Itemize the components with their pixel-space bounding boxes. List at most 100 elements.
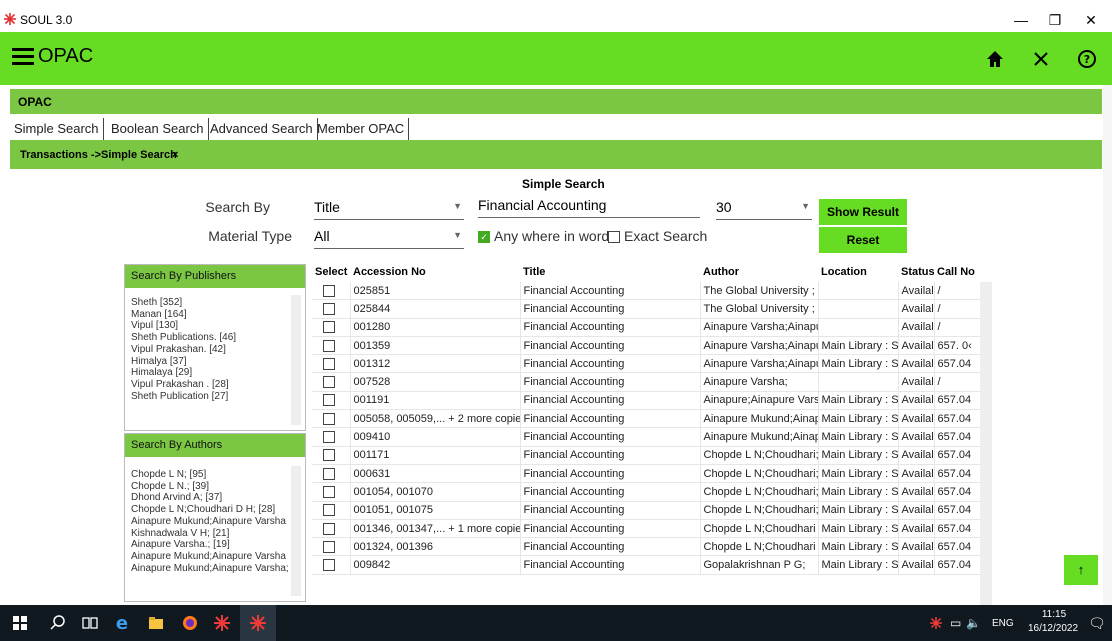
table-row[interactable]: 000631 Financial Accounting Chopde L N;Cho…	[312, 464, 981, 484]
breadcrumb-current[interactable]: Simple Search	[101, 149, 177, 161]
notifications-icon[interactable]: 🗨	[1088, 615, 1106, 632]
table-row[interactable]: 009410 Financial Accounting Ainapure Mukun…	[312, 427, 981, 447]
tab-simple-search[interactable]: Simple Search	[10, 118, 104, 140]
table-row[interactable]: 005058, 005059,... + 2 more copies Financ…	[312, 409, 981, 429]
row-select-checkbox[interactable]	[312, 446, 351, 465]
row-select-checkbox[interactable]	[312, 336, 351, 356]
table-row[interactable]: 001171 Financial Accounting Chopde L N;Cho…	[312, 446, 981, 465]
list-item[interactable]: Chopde L N.; [39]	[131, 481, 289, 493]
row-select-checkbox[interactable]	[312, 318, 351, 337]
row-select-checkbox[interactable]	[312, 282, 351, 301]
table-row[interactable]: 001280 Financial Accounting Ainapure Varsh…	[312, 318, 981, 337]
table-row[interactable]: 025851 Financial Accounting The Global Uni…	[312, 282, 981, 301]
authors-scrollbar[interactable]	[291, 466, 301, 596]
results-scrollbar[interactable]	[980, 282, 992, 605]
search-icon[interactable]	[48, 613, 68, 633]
close-window-button[interactable]: ✕	[1076, 8, 1106, 32]
publishers-scrollbar[interactable]	[291, 295, 301, 425]
table-row[interactable]: 001051, 001075 Financial Accounting Chopde…	[312, 501, 981, 520]
row-select-checkbox[interactable]	[312, 391, 351, 411]
row-select-checkbox[interactable]	[312, 537, 351, 557]
table-row[interactable]: 001324, 001396 Financial Accounting Chopde…	[312, 537, 981, 557]
column-header-author[interactable]: Author	[700, 262, 818, 282]
list-item[interactable]: Dhond Arvind A; [37]	[131, 492, 289, 504]
list-item[interactable]: Himalya [37]	[131, 356, 236, 368]
table-row[interactable]: 007528 Financial Accounting Ainapure Varsh…	[312, 372, 981, 392]
table-row[interactable]: 001346, 001347,... + 1 more copies Financ…	[312, 519, 981, 539]
home-icon[interactable]	[984, 48, 1006, 70]
soul-app-icon[interactable]	[212, 613, 232, 633]
tab-member-opac[interactable]: Member OPAC	[313, 118, 410, 140]
help-icon[interactable]: ?	[1076, 48, 1098, 70]
table-row[interactable]: 001054, 001070 Financial Accounting Chopde…	[312, 482, 981, 502]
exact-search-checkbox[interactable]: Exact Search	[608, 228, 707, 244]
tab-advanced-search[interactable]: Advanced Search	[206, 118, 318, 140]
breadcrumb-prefix[interactable]: Transactions ->	[20, 149, 101, 161]
row-select-checkbox[interactable]	[312, 299, 351, 319]
show-result-button[interactable]: Show Result	[819, 199, 907, 225]
list-item[interactable]: Sheth [352]	[131, 297, 236, 309]
list-item[interactable]: Sheth Publication [27]	[131, 391, 236, 403]
list-item[interactable]: Vipul Prakashan . [28]	[131, 379, 236, 391]
table-row[interactable]: 001359 Financial Accounting Ainapure Varsh…	[312, 336, 981, 356]
column-header-accession[interactable]: Accession No	[350, 262, 520, 282]
row-select-checkbox[interactable]	[312, 519, 351, 539]
table-row[interactable]: 001191 Financial Accounting Ainapure;Ainap…	[312, 391, 981, 411]
row-select-checkbox[interactable]	[312, 464, 351, 484]
table-row[interactable]: 009842 Financial Accounting Gopalakrishnan…	[312, 555, 981, 575]
breadcrumb-close-icon[interactable]: ×	[172, 149, 178, 161]
task-view-icon[interactable]	[80, 613, 100, 633]
list-item[interactable]: Ainapure Varsha.; [19]	[131, 539, 289, 551]
row-select-checkbox[interactable]	[312, 354, 351, 374]
list-item[interactable]: Sheth Publications. [46]	[131, 332, 236, 344]
column-header-select[interactable]: Select	[312, 262, 350, 282]
reset-button[interactable]: Reset	[819, 227, 907, 253]
list-item[interactable]: Ainapure Mukund;Ainapure Varsha	[131, 551, 289, 563]
hamburger-menu-icon[interactable]	[12, 48, 34, 66]
row-select-checkbox[interactable]	[312, 409, 351, 429]
scroll-to-top-button[interactable]: ↑	[1064, 555, 1098, 585]
tab-boolean-search[interactable]: Boolean Search	[107, 118, 209, 140]
list-item[interactable]: Vipul [130]	[131, 320, 236, 332]
column-header-title[interactable]: Title	[520, 262, 700, 282]
row-select-checkbox[interactable]	[312, 501, 351, 520]
active-app-highlight[interactable]	[240, 605, 276, 641]
clock-date[interactable]: 16/12/2022	[1022, 623, 1084, 634]
row-select-checkbox[interactable]	[312, 482, 351, 502]
row-select-checkbox[interactable]	[312, 555, 351, 575]
clock-time[interactable]: 11:15	[1032, 609, 1076, 620]
list-item[interactable]: Ainapure Mukund;Ainapure Varsha	[131, 516, 289, 528]
network-icon[interactable]: ▭	[950, 616, 961, 630]
language-indicator[interactable]: ENG	[992, 618, 1014, 629]
material-type-select[interactable]: All ▼	[314, 228, 464, 249]
table-row[interactable]: 001312 Financial Accounting Ainapure Varsh…	[312, 354, 981, 374]
close-icon[interactable]	[1030, 48, 1052, 70]
volume-icon[interactable]: 🔈	[966, 616, 981, 630]
soul-tray-icon[interactable]	[930, 617, 942, 629]
anywhere-checkbox[interactable]: ✓ Any where in word	[478, 228, 609, 244]
list-item[interactable]: Himalaya [29]	[131, 367, 236, 379]
list-item[interactable]: Vipul Prakashan. [42]	[131, 344, 236, 356]
row-select-checkbox[interactable]	[312, 372, 351, 392]
firefox-icon[interactable]	[180, 613, 200, 633]
column-header-call-no[interactable]: Call No	[934, 262, 980, 282]
list-item[interactable]: Ainapure Mukund;Ainapure Varsha;	[131, 563, 289, 575]
windows-start-icon[interactable]	[10, 613, 30, 633]
limit-select[interactable]: 30 ▼	[716, 199, 812, 220]
minimize-button[interactable]: —	[1006, 8, 1036, 32]
row-select-checkbox[interactable]	[312, 427, 351, 447]
file-explorer-icon[interactable]	[146, 613, 166, 633]
page-scrollbar[interactable]	[1103, 85, 1112, 605]
column-header-status[interactable]: Status	[898, 262, 934, 282]
list-item[interactable]: Kishnadwala V H; [21]	[131, 528, 289, 540]
list-item[interactable]: Chopde L N; [95]	[131, 469, 289, 481]
restore-button[interactable]: ❐	[1040, 8, 1070, 32]
list-item[interactable]: Manan [164]	[131, 309, 236, 321]
column-header-location[interactable]: Location	[818, 262, 898, 282]
list-item[interactable]: Chopde L N;Choudhari D H; [28]	[131, 504, 289, 516]
search-term-input[interactable]: Financial Accounting	[478, 197, 700, 218]
os-taskbar: e ▭ 🔈 ENG 11:15 16/12/2022 🗨	[0, 605, 1112, 641]
table-row[interactable]: 025844 Financial Accounting The Global Uni…	[312, 299, 981, 319]
edge-browser-icon[interactable]: e	[112, 613, 132, 633]
search-by-select[interactable]: Title ▼	[314, 199, 464, 220]
